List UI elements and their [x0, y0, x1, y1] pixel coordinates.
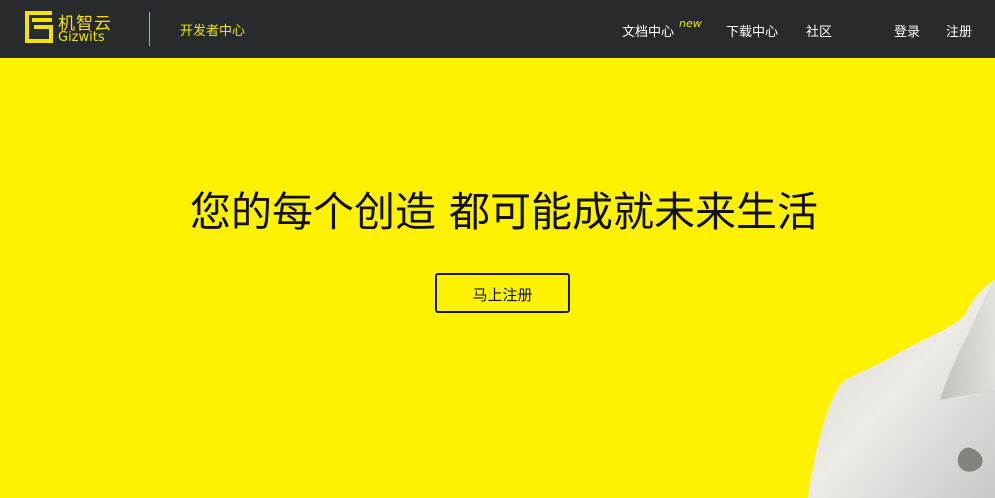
top-navbar: 机智云 Gizwits 开发者中心 文档中心 new 下载中心 社区 登录 注册 — [0, 0, 995, 58]
header-divider — [149, 12, 150, 46]
login-link[interactable]: 登录 — [894, 21, 920, 40]
hero-title: 您的每个创造 都可能成就未来生活 — [189, 188, 819, 236]
nav-download-center[interactable]: 下载中心 — [726, 21, 778, 40]
new-badge: new — [679, 17, 702, 30]
nav-docs-center[interactable]: 文档中心 — [622, 21, 674, 40]
register-now-button[interactable]: 马上注册 — [435, 273, 570, 313]
hero-person-image — [808, 280, 995, 498]
gizwits-logo[interactable]: 机智云 Gizwits — [24, 9, 124, 49]
developer-center-link[interactable]: 开发者中心 — [180, 20, 245, 39]
brand-name-en: Gizwits — [58, 30, 105, 45]
gizwits-logo-icon — [25, 11, 53, 43]
nav-community[interactable]: 社区 — [806, 21, 832, 40]
register-link[interactable]: 注册 — [946, 21, 972, 40]
page: 机智云 Gizwits 开发者中心 文档中心 new 下载中心 社区 登录 注册… — [0, 0, 995, 498]
